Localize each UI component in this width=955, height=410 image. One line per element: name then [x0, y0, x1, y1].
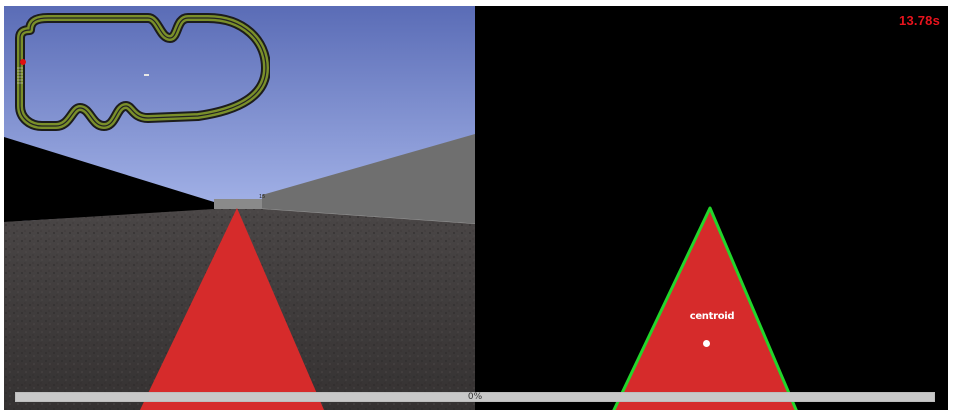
centroid-label: centroid: [689, 311, 735, 322]
minimap-track: [15, 13, 271, 131]
lap-timer: 13.78s: [899, 13, 940, 28]
track-minimap-icon: [8, 10, 271, 135]
progress-label: 0%: [467, 392, 483, 402]
mask-scene: [612, 206, 798, 410]
processed-view: 13.78s centroid: [475, 6, 948, 410]
distance-marker: 15: [259, 194, 266, 200]
simulator-frame: 15 13.78s centroid 0%: [0, 0, 955, 410]
progress-bar: 0%: [15, 392, 935, 402]
lane-mask: [612, 206, 798, 410]
car-marker-icon: [20, 59, 26, 65]
centroid-dot-icon: [703, 340, 710, 347]
